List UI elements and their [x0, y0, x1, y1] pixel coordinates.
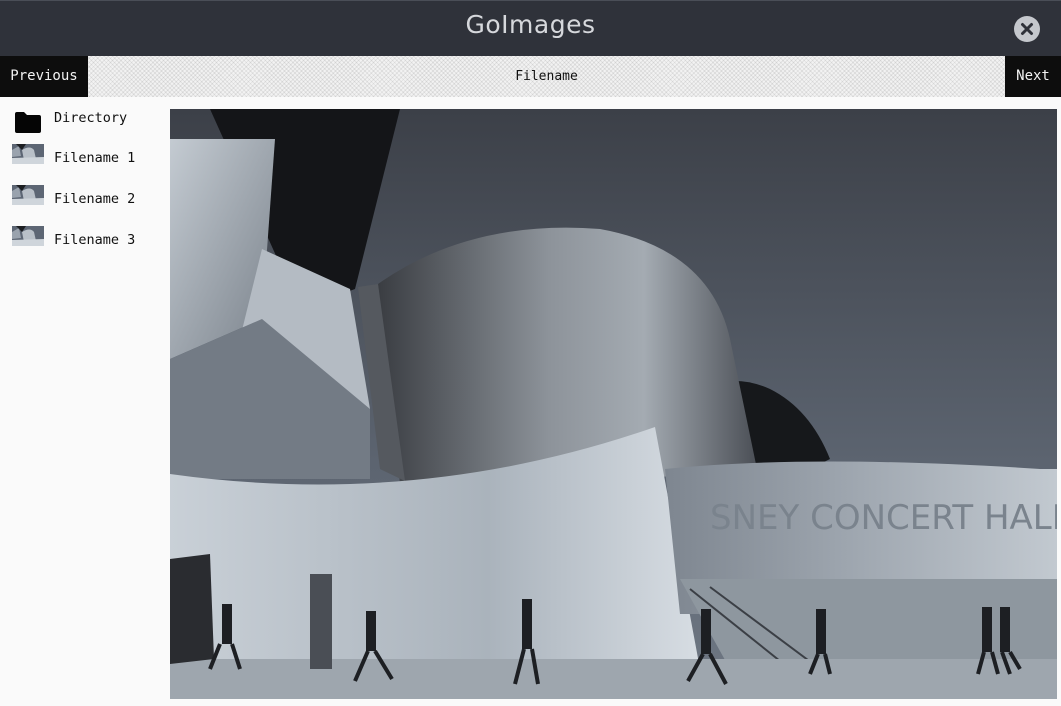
- folder-icon: [15, 112, 41, 133]
- sidebar-item-label: Filename 3: [54, 232, 136, 248]
- sidebar-item-directory[interactable]: Directory: [12, 97, 162, 133]
- sidebar-item-label: Filename 1: [54, 150, 136, 166]
- sidebar-item-file-3[interactable]: Filename 3: [12, 220, 162, 250]
- sidebar-item-file-1[interactable]: Filename 1: [12, 138, 162, 168]
- current-filename: Filename: [515, 69, 578, 84]
- navigation-bar: Previous Filename Next: [0, 56, 1061, 97]
- image-preview: SNEY CONCERT HALL: [170, 109, 1057, 699]
- close-button[interactable]: [1014, 16, 1040, 42]
- image-thumbnail-icon: [12, 185, 44, 205]
- app-window: GoImages Previous Filename Next Director…: [0, 0, 1061, 706]
- window-title: GoImages: [465, 10, 596, 39]
- building-facade-lettering: SNEY CONCERT HALL: [710, 498, 1057, 538]
- close-icon: [1021, 23, 1033, 35]
- sidebar-item-label: Directory: [54, 110, 128, 126]
- title-bar: GoImages: [0, 0, 1061, 56]
- file-sidebar: Directory Filename 1 Filename 2 Filename…: [0, 97, 170, 706]
- image-preview-photo: SNEY CONCERT HALL: [170, 109, 1057, 699]
- image-thumbnail-icon: [12, 226, 44, 246]
- sidebar-item-file-2[interactable]: Filename 2: [12, 179, 162, 209]
- next-button[interactable]: Next: [1005, 56, 1061, 97]
- sidebar-item-label: Filename 2: [54, 191, 136, 207]
- image-thumbnail-icon: [12, 144, 44, 164]
- previous-button[interactable]: Previous: [0, 56, 88, 97]
